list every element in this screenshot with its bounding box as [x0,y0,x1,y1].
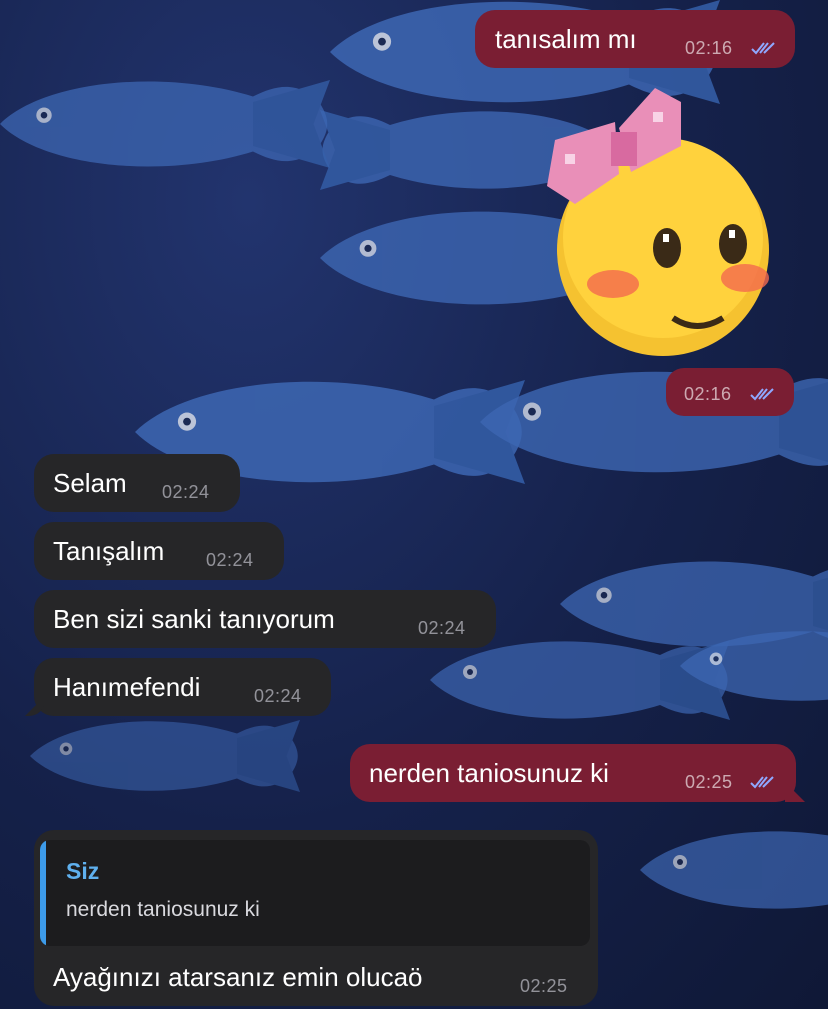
message-time: 02:25 [685,772,733,792]
message-time: 02:24 [254,686,302,706]
message-text: Hanımefendi [53,672,201,702]
sticker-time-badge: 02:16 [666,368,794,416]
outgoing-message[interactable]: tanısalım mı 02:16 [475,10,795,68]
message-text: Selam [53,468,127,498]
incoming-message[interactable]: Selam 02:24 [34,454,240,512]
read-ticks-icon [750,388,774,401]
message-time: 02:25 [520,976,568,996]
reply-quoted-text: nerden taniosunuz ki [66,898,260,921]
reply-accent-bar [40,840,46,946]
message-time: 02:16 [684,384,732,404]
message-text: nerden taniosunuz ki [369,758,609,788]
outgoing-message[interactable]: nerden taniosunuz ki 02:25 [350,744,796,802]
incoming-message[interactable]: Tanışalım 02:24 [34,522,284,580]
message-text: tanısalım mı [495,24,637,54]
message-time: 02:24 [418,618,466,638]
reply-quote[interactable]: Siz nerden taniosunuz ki [40,840,590,946]
message-text: Tanışalım [53,536,165,566]
message-time: 02:16 [685,38,733,58]
message-time: 02:24 [162,482,210,502]
sticker-message[interactable] [535,88,787,360]
read-ticks-icon [751,42,775,55]
incoming-message[interactable]: Ben sizi sanki tanıyorum 02:24 [34,590,496,648]
message-text: Ayağınızı atarsanız emin olucaö [53,962,423,992]
message-time: 02:24 [206,550,254,570]
read-ticks-icon [750,776,774,789]
incoming-message[interactable]: Hanımefendi 02:24 [34,658,331,716]
message-text: Ben sizi sanki tanıyorum [53,604,335,634]
blushing-face-sticker-icon [547,88,769,356]
reply-author: Siz [66,858,100,884]
